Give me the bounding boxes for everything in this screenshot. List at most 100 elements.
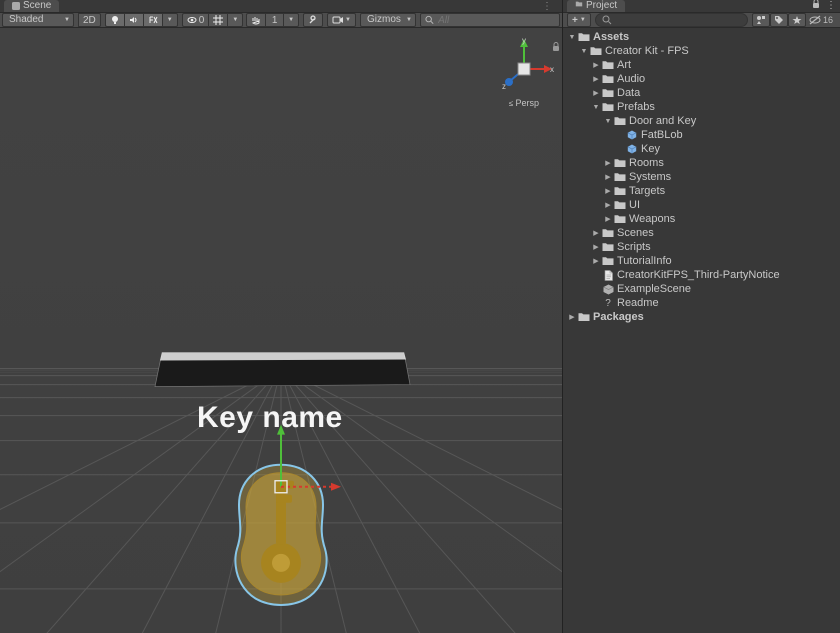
- foldout-toggle[interactable]: ▶: [603, 201, 613, 209]
- foldout-toggle[interactable]: ▼: [603, 118, 613, 125]
- tree-row[interactable]: ▼Creator Kit - FPS: [563, 44, 840, 58]
- tree-row[interactable]: ▶UI: [563, 198, 840, 212]
- create-asset-button[interactable]: + ▼: [567, 13, 591, 27]
- tree-item-label: Data: [615, 87, 640, 99]
- foldout-toggle[interactable]: ▼: [567, 34, 577, 41]
- unknown-icon: ?: [601, 297, 615, 309]
- folder-icon: [577, 31, 591, 43]
- tree-row[interactable]: ▶Weapons: [563, 212, 840, 226]
- tree-row[interactable]: ▼ Assets: [563, 30, 840, 44]
- foldout-toggle[interactable]: ▼: [579, 48, 589, 55]
- tree-row[interactable]: ▶Rooms: [563, 156, 840, 170]
- tree-row[interactable]: ExampleScene: [563, 282, 840, 296]
- grid-step-input[interactable]: 1: [265, 13, 283, 27]
- camera-settings-button[interactable]: ▼: [327, 13, 356, 27]
- tree-row[interactable]: ▶ Audio: [563, 72, 840, 86]
- project-tab-icon: [575, 0, 583, 12]
- tree-row[interactable]: ▶Scenes: [563, 226, 840, 240]
- tree-item-label: Audio: [615, 73, 645, 85]
- tree-row[interactable]: CreatorKitFPS_Third-PartyNotice: [563, 268, 840, 282]
- tab-project[interactable]: Project: [567, 0, 625, 12]
- fx-dropdown[interactable]: ▼: [162, 13, 178, 27]
- foldout-toggle[interactable]: ▼: [591, 104, 601, 111]
- lock-toggle[interactable]: [812, 0, 820, 12]
- project-search-input[interactable]: [616, 14, 741, 27]
- tree-row[interactable]: ▶ Targets: [563, 184, 840, 198]
- scene-search-input[interactable]: [436, 14, 555, 27]
- lighting-toggle[interactable]: [105, 13, 124, 27]
- search-by-label-button[interactable]: [770, 13, 788, 27]
- 2d-toggle-label: 2D: [83, 15, 96, 26]
- axis-z-label: z: [502, 82, 506, 91]
- hand-icon: [251, 15, 261, 25]
- tree-item-label: Key: [639, 143, 660, 155]
- tree-row[interactable]: ▶Packages: [563, 310, 840, 324]
- tree-row[interactable]: ▼ Prefabs: [563, 100, 840, 114]
- tree-item-label: CreatorKitFPS_Third-PartyNotice: [615, 269, 780, 281]
- folder-icon: [589, 45, 603, 57]
- folder-icon: [613, 199, 627, 211]
- camera-mode-button[interactable]: [246, 13, 265, 27]
- star-icon: [792, 15, 802, 25]
- search-icon: [602, 15, 612, 25]
- tree-item-label: Prefabs: [615, 101, 655, 113]
- foldout-toggle[interactable]: ▶: [603, 215, 613, 223]
- foldout-toggle[interactable]: ▶: [591, 229, 601, 237]
- project-tree[interactable]: ▼Assets▼Creator Kit - FPS▶Art▶Audio▶Data…: [563, 28, 840, 633]
- scene-visibility-toggle[interactable]: 0: [182, 13, 209, 27]
- tree-item-label: Systems: [627, 171, 671, 183]
- audio-toggle[interactable]: [124, 13, 143, 27]
- foldout-toggle[interactable]: ▶: [591, 75, 601, 83]
- tab-scene[interactable]: Scene: [4, 0, 59, 12]
- foldout-toggle[interactable]: ▶: [591, 257, 601, 265]
- tree-row[interactable]: ▼Door and Key: [563, 114, 840, 128]
- tree-item-label: Assets: [591, 31, 629, 43]
- fx-toggle[interactable]: [143, 13, 162, 27]
- folder-icon: [613, 171, 627, 183]
- project-search[interactable]: [595, 13, 748, 27]
- panel-options[interactable]: ⋮: [826, 0, 836, 11]
- folder-icon: [601, 227, 615, 239]
- tree-row[interactable]: FatBLob: [563, 128, 840, 142]
- search-by-type-button[interactable]: [752, 13, 770, 27]
- tree-row[interactable]: ▶Art: [563, 58, 840, 72]
- tree-row[interactable]: ?Readme: [563, 296, 840, 310]
- folder-icon: [601, 255, 615, 267]
- tree-item-label: Targets: [627, 185, 665, 197]
- foldout-toggle[interactable]: ▶: [591, 243, 601, 251]
- lightbulb-icon: [110, 15, 120, 25]
- 2d-toggle[interactable]: 2D: [78, 13, 101, 27]
- foldout-toggle[interactable]: ▶: [603, 159, 613, 167]
- fx-icon: [148, 15, 158, 25]
- eye-icon: [187, 15, 197, 25]
- scene-viewport[interactable]: y x z ≤ Persp Key name: [0, 28, 562, 633]
- grid-step-dropdown[interactable]: ▼: [283, 13, 299, 27]
- tree-row[interactable]: Key: [563, 142, 840, 156]
- chevron-down-icon: ▼: [288, 17, 294, 23]
- tree-row[interactable]: ▶TutorialInfo: [563, 254, 840, 268]
- shading-mode-dropdown[interactable]: Shaded ▼: [2, 13, 74, 27]
- axis-y-label: y: [522, 36, 526, 45]
- foldout-toggle[interactable]: ▶: [591, 89, 601, 97]
- plus-icon: +: [572, 15, 578, 26]
- scene-search[interactable]: [420, 13, 560, 27]
- lock-icon[interactable]: [552, 42, 560, 52]
- foldout-toggle[interactable]: ▶: [567, 313, 577, 321]
- tree-row[interactable]: ▶ Systems: [563, 170, 840, 184]
- scene-toolbar: Shaded ▼ 2D ▼: [0, 12, 562, 28]
- folder-icon: [613, 115, 627, 127]
- scene-tab-options[interactable]: ⋮: [536, 1, 558, 12]
- gizmos-dropdown[interactable]: Gizmos ▼: [360, 13, 416, 27]
- foldout-toggle[interactable]: ▶: [603, 187, 613, 195]
- tree-row[interactable]: ▶ Data: [563, 86, 840, 100]
- save-search-button[interactable]: [788, 13, 806, 27]
- tree-row[interactable]: ▶Scripts: [563, 240, 840, 254]
- camera-projection-label[interactable]: ≤ Persp: [494, 98, 554, 108]
- hidden-items-counter[interactable]: 16: [806, 15, 836, 25]
- orientation-gizmo[interactable]: y x z ≤ Persp: [494, 36, 554, 108]
- tools-button[interactable]: [303, 13, 323, 27]
- foldout-toggle[interactable]: ▶: [591, 61, 601, 69]
- grid-toggle[interactable]: [208, 13, 227, 27]
- foldout-toggle[interactable]: ▶: [603, 173, 613, 181]
- grid-dropdown[interactable]: ▼: [227, 13, 243, 27]
